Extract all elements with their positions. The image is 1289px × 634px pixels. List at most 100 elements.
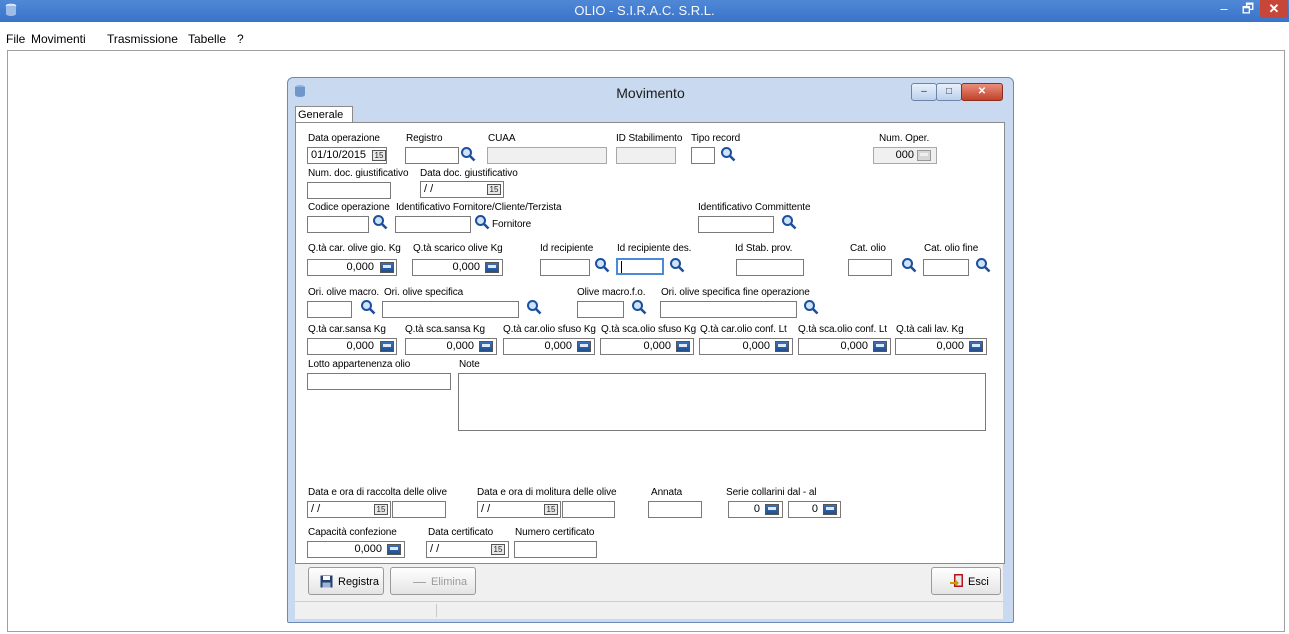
- serie-collarini-to-value: 0: [811, 503, 818, 515]
- minimize-button[interactable]: –: [1212, 0, 1236, 18]
- ori-olive-macro-field[interactable]: [307, 301, 352, 318]
- id-recipiente-field[interactable]: [540, 259, 590, 276]
- calculator-icon[interactable]: [823, 504, 837, 515]
- search-icon[interactable]: [372, 214, 388, 230]
- id-stab-prov-label: Id Stab. prov.: [735, 243, 793, 254]
- elimina-label: Elimina: [431, 576, 468, 588]
- identificativo-committente-label: Identificativo Committente: [698, 202, 811, 213]
- dialog-title-bar: Movimento – □ ✕: [288, 78, 1013, 103]
- tipo-record-field[interactable]: [691, 147, 715, 164]
- calculator-icon[interactable]: [873, 341, 887, 352]
- calculator-icon[interactable]: [380, 341, 394, 352]
- id-stab-prov-field[interactable]: [736, 259, 804, 276]
- qta-car-olio-sfuso-label: Q.tà car.olio sfuso Kg: [503, 324, 596, 335]
- main-window-title: OLIO - S.I.R.A.C. S.R.L.: [574, 3, 715, 18]
- id-recipiente-des-field[interactable]: [616, 258, 664, 275]
- note-field[interactable]: [458, 373, 986, 431]
- ori-olive-specifica-label: Ori. olive specifica: [384, 287, 464, 298]
- search-icon[interactable]: [901, 257, 917, 273]
- cat-olio-fine-field[interactable]: [923, 259, 969, 276]
- dialog-minimize-button[interactable]: –: [911, 83, 937, 101]
- calculator-icon[interactable]: [775, 341, 789, 352]
- numero-certificato-field[interactable]: [514, 541, 597, 558]
- id-stabilimento-field[interactable]: [616, 147, 676, 164]
- menu-help[interactable]: ?: [237, 32, 244, 46]
- data-certificato-label: Data certificato: [428, 527, 494, 538]
- identificativo-fornitore-field[interactable]: [395, 216, 471, 233]
- elimina-button[interactable]: — Elimina: [390, 567, 476, 595]
- search-icon[interactable]: [474, 214, 490, 230]
- search-icon[interactable]: [803, 299, 819, 315]
- lotto-appartenenza-field[interactable]: [307, 373, 451, 390]
- calculator-icon[interactable]: [765, 504, 779, 515]
- qta-car-sansa-value: 0,000: [346, 340, 374, 352]
- dialog-title: Movimento: [616, 85, 685, 101]
- esci-button[interactable]: Esci: [931, 567, 1001, 595]
- calendar-icon[interactable]: 15: [487, 184, 501, 195]
- ori-olive-spec-fine-field[interactable]: [660, 301, 797, 318]
- menu-trasmissione[interactable]: Trasmissione: [107, 32, 178, 46]
- menu-movimenti[interactable]: Movimenti: [31, 32, 86, 46]
- calculator-icon[interactable]: [387, 544, 401, 555]
- registra-button[interactable]: Registra: [308, 567, 384, 595]
- codice-operazione-field[interactable]: [307, 216, 369, 233]
- close-button[interactable]: ✕: [1260, 0, 1288, 18]
- search-icon[interactable]: [594, 257, 610, 273]
- calculator-icon[interactable]: [380, 262, 394, 273]
- dialog-close-button[interactable]: ✕: [961, 83, 1003, 101]
- search-icon[interactable]: [460, 146, 476, 162]
- identificativo-committente-field[interactable]: [698, 216, 774, 233]
- cat-olio-field[interactable]: [848, 259, 892, 276]
- menu-file[interactable]: File: [6, 32, 25, 46]
- qta-car-olio-conf-label: Q.tà car.olio conf. Lt: [700, 324, 787, 335]
- calendar-icon[interactable]: 15: [372, 150, 386, 161]
- dialog-maximize-button[interactable]: □: [936, 83, 962, 101]
- ora-raccolta-field[interactable]: [392, 501, 446, 518]
- data-doc-value: / /: [424, 183, 434, 195]
- calculator-icon[interactable]: [485, 262, 499, 273]
- ora-molitura-field[interactable]: [562, 501, 615, 518]
- calculator-icon[interactable]: [969, 341, 983, 352]
- qta-cali-lav-value: 0,000: [936, 340, 964, 352]
- calendar-icon[interactable]: 15: [491, 544, 505, 555]
- registro-field[interactable]: [405, 147, 459, 164]
- calculator-icon[interactable]: [577, 341, 591, 352]
- ori-olive-specifica-field[interactable]: [382, 301, 519, 318]
- id-recipiente-label: Id recipiente: [540, 243, 594, 254]
- search-icon[interactable]: [975, 257, 991, 273]
- calculator-icon[interactable]: [479, 341, 493, 352]
- identificativo-fornitore-label: Identificativo Fornitore/Cliente/Terzist…: [396, 202, 562, 213]
- ori-olive-spec-fine-label: Ori. olive specifica fine operazione: [661, 287, 810, 298]
- serie-collarini-from-value: 0: [753, 503, 760, 515]
- capacita-confezione-value: 0,000: [354, 543, 382, 555]
- data-raccolta-label: Data e ora di raccolta delle olive: [308, 487, 447, 498]
- search-icon[interactable]: [360, 299, 376, 315]
- dialog-status-bar: [295, 601, 1003, 619]
- qta-sca-olio-conf-value: 0,000: [840, 340, 868, 352]
- lotto-appartenenza-label: Lotto appartenenza olio: [308, 359, 411, 370]
- calculator-icon[interactable]: [917, 150, 931, 161]
- data-molitura-value: / /: [481, 503, 491, 515]
- search-icon[interactable]: [526, 299, 542, 315]
- cuaa-field[interactable]: [487, 147, 607, 164]
- olive-macro-fo-field[interactable]: [577, 301, 624, 318]
- qta-scarico-olive-label: Q.tà scarico olive Kg: [413, 243, 503, 254]
- menu-tabelle[interactable]: Tabelle: [188, 32, 226, 46]
- search-icon[interactable]: [669, 257, 685, 273]
- id-stabilimento-label: ID Stabilimento: [616, 133, 683, 144]
- num-doc-field[interactable]: [307, 182, 391, 199]
- annata-field[interactable]: [648, 501, 702, 518]
- registro-label: Registro: [406, 133, 443, 144]
- cat-olio-label: Cat. olio: [850, 243, 886, 254]
- search-icon[interactable]: [631, 299, 647, 315]
- calendar-icon[interactable]: 15: [544, 504, 558, 515]
- tipo-record-label: Tipo record: [691, 133, 741, 144]
- search-icon[interactable]: [781, 214, 797, 230]
- calendar-icon[interactable]: 15: [374, 504, 388, 515]
- minus-icon: —: [413, 574, 426, 589]
- qta-sca-olio-conf-label: Q.tà sca.olio conf. Lt: [798, 324, 887, 335]
- search-icon[interactable]: [720, 146, 736, 162]
- restore-button[interactable]: 🗗: [1236, 0, 1260, 18]
- calculator-icon[interactable]: [676, 341, 690, 352]
- tab-generale[interactable]: Generale: [295, 106, 353, 123]
